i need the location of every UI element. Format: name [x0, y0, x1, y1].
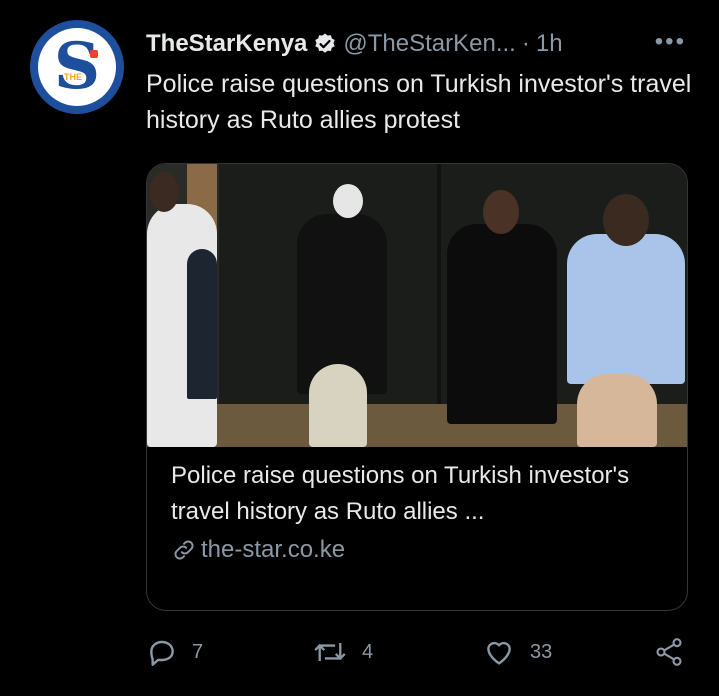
- card-domain: the-star.co.ke: [171, 536, 663, 564]
- verified-badge-icon: [313, 32, 337, 56]
- author-avatar[interactable]: S THE: [30, 20, 124, 114]
- like-button[interactable]: 33: [482, 636, 552, 668]
- retweet-button[interactable]: 4: [312, 636, 373, 668]
- card-body: Police raise questions on Turkish invest…: [147, 448, 687, 574]
- tweet-text: Police raise questions on Turkish invest…: [146, 70, 692, 134]
- reply-button[interactable]: 7: [146, 636, 203, 668]
- link-icon: [174, 540, 194, 560]
- card-title: Police raise questions on Turkish invest…: [171, 462, 630, 525]
- thestar-logo: S THE: [38, 28, 116, 106]
- link-card[interactable]: Police raise questions on Turkish invest…: [146, 163, 688, 611]
- share-button[interactable]: [652, 636, 700, 668]
- reply-count: 7: [192, 640, 204, 663]
- reply-icon: [150, 640, 174, 666]
- author-name[interactable]: TheStarKenya: [146, 30, 307, 58]
- tweet-header: TheStarKenya @TheStarKen... · 1h •••: [146, 28, 686, 60]
- card-domain-text: the-star.co.ke: [201, 536, 346, 563]
- like-count: 33: [530, 640, 553, 663]
- author-handle[interactable]: @TheStarKen...: [343, 30, 515, 58]
- retweet-icon: [314, 643, 346, 661]
- more-options-icon[interactable]: •••: [655, 28, 686, 56]
- header-separator: ·: [521, 30, 530, 57]
- retweet-count: 4: [362, 640, 374, 663]
- heart-icon: [487, 641, 511, 665]
- card-image: [147, 164, 687, 447]
- share-icon: [656, 638, 682, 666]
- tweet-actions: 7 4 33: [146, 636, 690, 672]
- tweet-time[interactable]: 1h: [536, 30, 563, 58]
